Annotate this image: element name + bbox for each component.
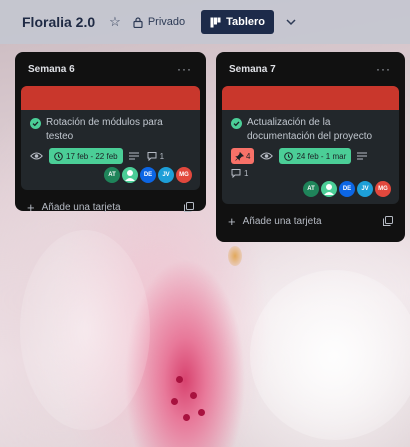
comment-icon bbox=[231, 169, 241, 178]
card-body: Rotación de módulos para testeo 17 feb -… bbox=[21, 110, 200, 190]
board-view-button[interactable]: Tablero bbox=[201, 10, 275, 34]
add-card-label: Añade una tarjeta bbox=[242, 215, 322, 227]
due-date-label: 24 feb - 1 mar bbox=[296, 151, 347, 161]
clock-icon bbox=[284, 151, 294, 161]
card-title-row: Actualización de la documentación del pr… bbox=[231, 116, 391, 144]
avatar[interactable]: DE bbox=[140, 167, 156, 183]
plus-icon: + bbox=[27, 199, 35, 215]
add-card-row: + Añade una tarjeta bbox=[15, 190, 206, 224]
chevron-down-icon[interactable] bbox=[284, 15, 298, 29]
list-header: Semana 7 ··· bbox=[216, 52, 405, 86]
comments-count: 1 bbox=[244, 168, 249, 178]
board-header: Floralia 2.0 ☆ Privado Tablero bbox=[0, 0, 410, 44]
avatar[interactable]: JV bbox=[158, 167, 174, 183]
description-icon bbox=[128, 152, 139, 160]
template-icon[interactable] bbox=[383, 216, 393, 226]
attachments-badge[interactable]: 4 bbox=[231, 148, 255, 164]
card-badges: 17 feb - 22 feb 1 bbox=[30, 148, 192, 164]
attachments-count: 4 bbox=[246, 151, 251, 161]
comments-count: 1 bbox=[159, 151, 165, 161]
add-card-label: Añade una tarjeta bbox=[41, 201, 121, 213]
card[interactable]: Actualización de la documentación del pr… bbox=[222, 86, 399, 204]
avatar[interactable]: MG bbox=[375, 181, 391, 197]
person-icon bbox=[125, 170, 135, 181]
avatar[interactable]: MG bbox=[176, 167, 192, 183]
card-title: Actualización de la documentación del pr… bbox=[247, 117, 373, 142]
star-icon[interactable]: ☆ bbox=[109, 14, 121, 30]
card-members: AT DE JV MG bbox=[231, 181, 391, 197]
background-petal bbox=[250, 270, 410, 440]
background-dot bbox=[198, 409, 205, 416]
background-dot bbox=[183, 414, 190, 421]
avatar[interactable]: DE bbox=[339, 181, 355, 197]
avatar[interactable] bbox=[321, 181, 337, 197]
list-title[interactable]: Semana 6 bbox=[28, 64, 75, 75]
check-circle-icon[interactable] bbox=[30, 118, 41, 129]
card-cover bbox=[222, 86, 399, 110]
background-dot bbox=[190, 392, 197, 399]
list-menu-icon[interactable]: ··· bbox=[177, 62, 192, 76]
avatar[interactable]: JV bbox=[357, 181, 373, 197]
avatar[interactable] bbox=[122, 167, 138, 183]
privacy-button[interactable]: Privado bbox=[133, 16, 185, 28]
clock-icon bbox=[54, 151, 63, 161]
card-badges-row-2: 1 bbox=[231, 168, 391, 178]
background-dot bbox=[176, 376, 183, 383]
board-view-label: Tablero bbox=[226, 16, 266, 28]
card-members: AT DE JV MG bbox=[30, 167, 192, 183]
pin-icon bbox=[235, 151, 244, 161]
add-card-row: + Añade una tarjeta bbox=[216, 204, 405, 238]
background-pistil bbox=[228, 246, 242, 266]
card-cover bbox=[21, 86, 200, 110]
list-semana-6: Semana 6 ··· Rotación de módulos para te… bbox=[15, 52, 206, 215]
due-date-badge[interactable]: 17 feb - 22 feb bbox=[49, 148, 123, 164]
card-body: Actualización de la documentación del pr… bbox=[222, 110, 399, 204]
privacy-label: Privado bbox=[147, 16, 186, 28]
comments-badge: 1 bbox=[147, 151, 164, 161]
add-card-button[interactable]: + Añade una tarjeta bbox=[27, 200, 121, 215]
comment-icon bbox=[147, 152, 157, 161]
board-icon bbox=[210, 17, 221, 27]
card-title-row: Rotación de módulos para testeo bbox=[30, 116, 192, 144]
lock-icon bbox=[133, 16, 143, 28]
card-badges: 4 24 feb - 1 mar bbox=[231, 148, 391, 164]
card-title: Rotación de módulos para testeo bbox=[46, 117, 163, 142]
list-title[interactable]: Semana 7 bbox=[229, 64, 276, 75]
list-header: Semana 6 ··· bbox=[15, 52, 206, 86]
background-petal bbox=[20, 230, 150, 430]
background-dot bbox=[171, 398, 178, 405]
board-title[interactable]: Floralia 2.0 bbox=[22, 14, 95, 30]
list-semana-7: Semana 7 ··· Actualización de la documen… bbox=[216, 52, 405, 242]
person-icon bbox=[324, 184, 334, 195]
check-circle-icon[interactable] bbox=[231, 118, 242, 129]
eye-icon bbox=[30, 152, 43, 160]
template-icon[interactable] bbox=[184, 202, 194, 212]
avatar[interactable]: AT bbox=[104, 167, 120, 183]
avatar[interactable]: AT bbox=[303, 181, 319, 197]
add-card-button[interactable]: + Añade una tarjeta bbox=[228, 214, 322, 229]
comments-badge: 1 bbox=[231, 168, 248, 178]
eye-icon bbox=[260, 152, 274, 160]
plus-icon: + bbox=[228, 213, 236, 229]
due-date-label: 17 feb - 22 feb bbox=[66, 151, 118, 161]
description-icon bbox=[357, 152, 368, 160]
list-menu-icon[interactable]: ··· bbox=[376, 62, 391, 76]
card[interactable]: Rotación de módulos para testeo 17 feb -… bbox=[21, 86, 200, 190]
due-date-badge[interactable]: 24 feb - 1 mar bbox=[279, 148, 352, 164]
